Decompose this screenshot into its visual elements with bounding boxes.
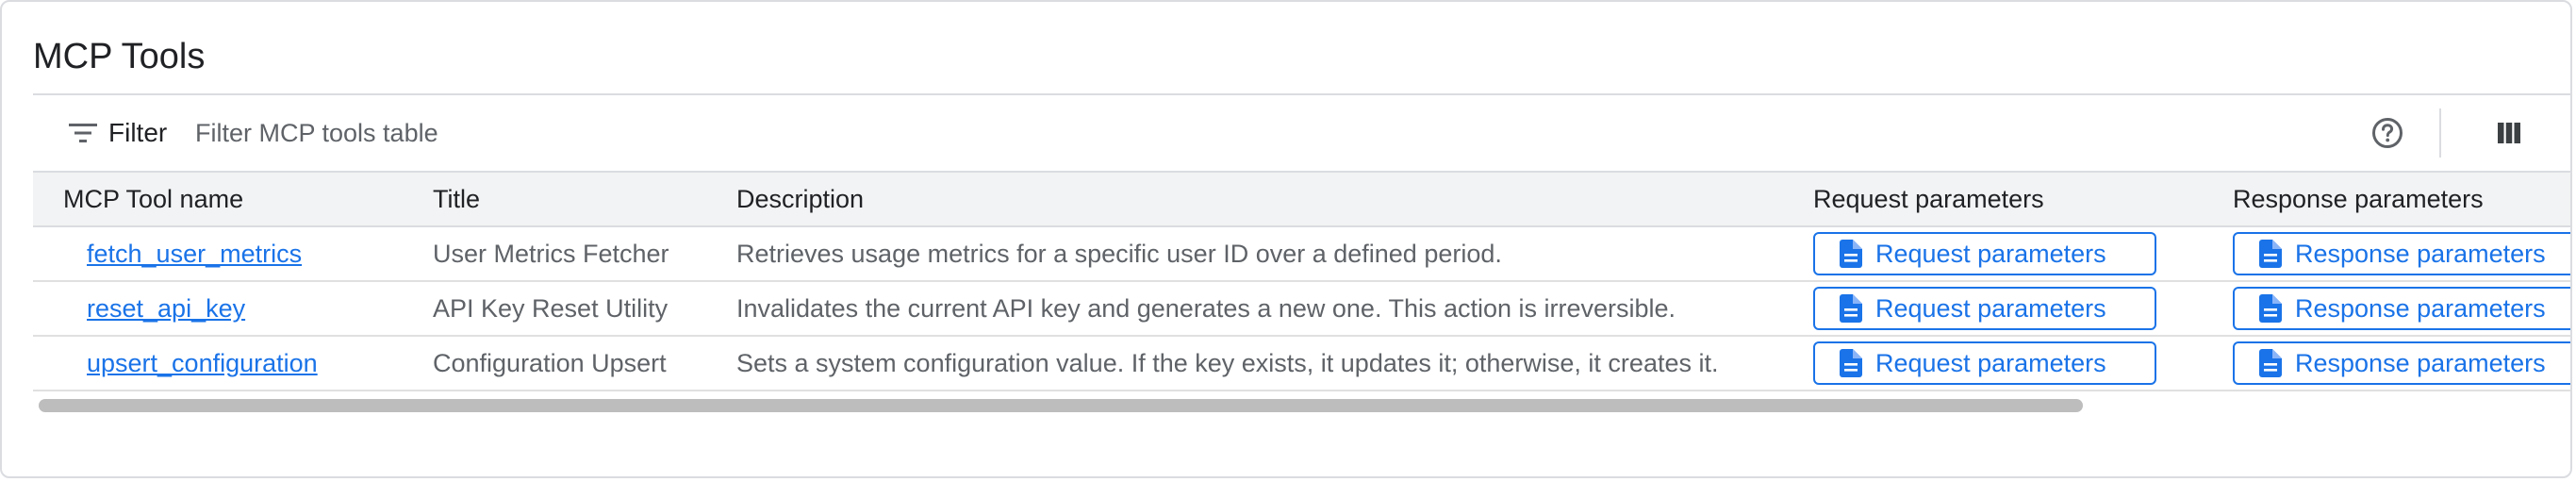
view-columns-icon: [2498, 123, 2520, 143]
filter-input[interactable]: [195, 112, 1044, 154]
tool-description-cell: Retrieves usage metrics for a specific u…: [736, 240, 1502, 268]
tool-name-cell: fetch_user_metrics: [87, 227, 302, 280]
tool-name-cell: reset_api_key: [87, 282, 245, 335]
response-parameters-label: Response parameters: [2295, 348, 2546, 377]
request-parameters-label: Request parameters: [1875, 348, 2106, 377]
column-display-button[interactable]: [2490, 114, 2528, 152]
document-icon: [1840, 294, 1862, 323]
column-header-tool-name[interactable]: MCP Tool name: [63, 173, 243, 225]
tool-title-cell: User Metrics Fetcher: [433, 240, 669, 268]
response-parameters-label: Response parameters: [2295, 239, 2546, 268]
request-parameters-button[interactable]: Request parameters: [1813, 287, 2156, 330]
table-toolbar: Filter: [33, 95, 2570, 171]
response-parameters-button[interactable]: Response parameters: [2233, 287, 2570, 330]
column-header-response-parameters[interactable]: Response parameters: [2233, 173, 2484, 225]
tool-title-cell: Configuration Upsert: [433, 349, 667, 377]
document-icon: [2259, 240, 2282, 268]
tool-description-cell: Invalidates the current API key and gene…: [736, 294, 1676, 323]
table-row: reset_api_key API Key Reset Utility Inva…: [33, 282, 2570, 337]
column-header-request-parameters[interactable]: Request parameters: [1813, 173, 2044, 225]
request-parameters-button[interactable]: Request parameters: [1813, 232, 2156, 275]
document-icon: [1840, 240, 1862, 268]
tool-description-cell: Sets a system configuration value. If th…: [736, 349, 1719, 377]
tool-name-link[interactable]: reset_api_key: [87, 294, 245, 323]
card-title: MCP Tools: [33, 37, 206, 76]
mcp-tools-table: MCP Tool name Title Description Request …: [33, 171, 2570, 393]
horizontal-scrollbar[interactable]: [33, 393, 2570, 412]
tool-title-cell: API Key Reset Utility: [433, 294, 669, 323]
tool-name-link[interactable]: fetch_user_metrics: [87, 240, 302, 268]
document-icon: [2259, 349, 2282, 377]
mcp-tools-card: MCP Tools Filter Filter MCP tools table …: [0, 0, 2572, 478]
request-parameters-label: Request parameters: [1875, 293, 2106, 323]
column-header-description[interactable]: Description: [736, 173, 864, 225]
response-parameters-button[interactable]: Response parameters: [2233, 341, 2570, 385]
filter-label: Filter: [108, 118, 168, 147]
response-parameters-label: Response parameters: [2295, 293, 2546, 323]
toolbar-divider: [2439, 108, 2441, 158]
filter-button[interactable]: Filter: [69, 114, 167, 152]
help-button[interactable]: [2369, 114, 2406, 152]
document-icon: [1840, 349, 1862, 377]
scrollbar-thumb[interactable]: [39, 399, 2083, 412]
table-row: fetch_user_metrics User Metrics Fetcher …: [33, 227, 2570, 282]
table-header-row: MCP Tool name Title Description Request …: [33, 171, 2570, 227]
table-row: upsert_configuration Configuration Upser…: [33, 337, 2570, 391]
request-parameters-button[interactable]: Request parameters: [1813, 341, 2156, 385]
request-parameters-label: Request parameters: [1875, 239, 2106, 268]
response-parameters-button[interactable]: Response parameters: [2233, 232, 2570, 275]
filter-icon: [69, 124, 97, 142]
help-circle-icon: [2372, 118, 2403, 148]
document-icon: [2259, 294, 2282, 323]
tool-name-link[interactable]: upsert_configuration: [87, 349, 318, 377]
column-header-title[interactable]: Title: [433, 173, 480, 225]
tool-name-cell: upsert_configuration: [87, 337, 318, 390]
